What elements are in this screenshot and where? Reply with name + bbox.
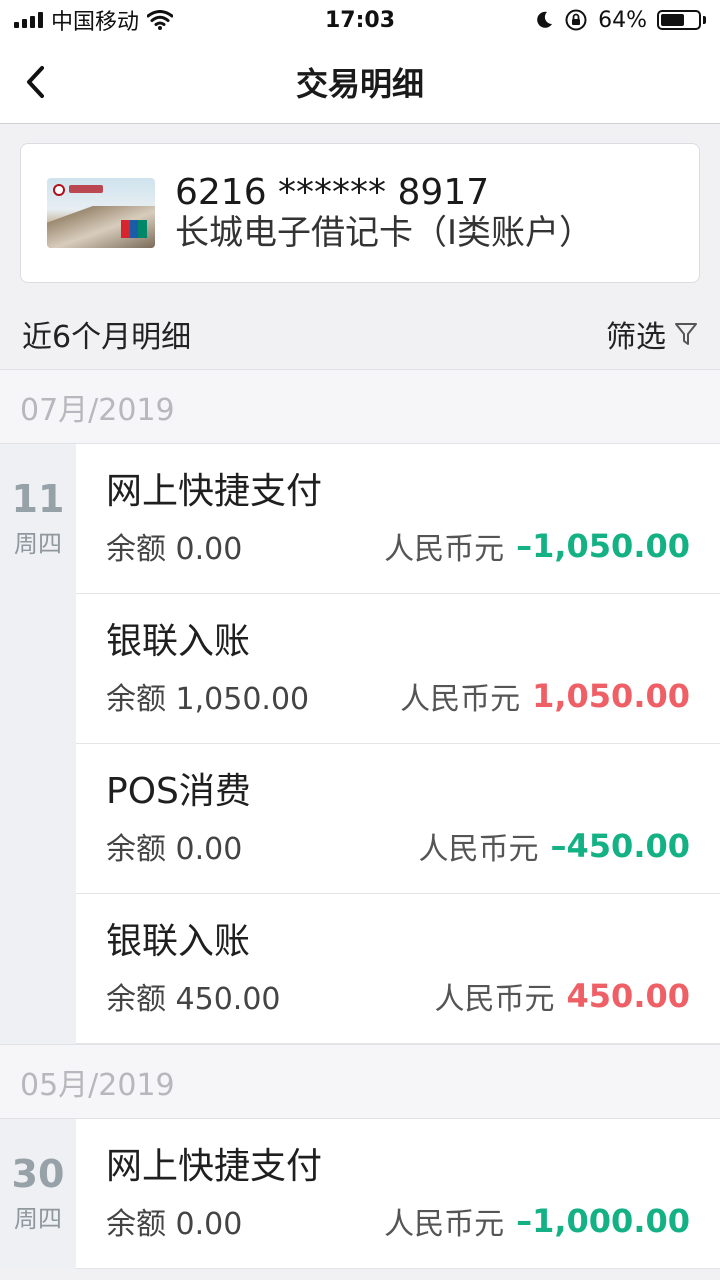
transaction-row[interactable]: 网上快捷支付余额 0.00 人民币元 –1,000.00 bbox=[76, 1119, 720, 1269]
filter-icon bbox=[675, 323, 697, 345]
entry-list: 网上快捷支付 余额 0.00 人民币元 –1,050.00 银联入账 余额 1,050.0… bbox=[76, 444, 720, 1044]
transaction-row[interactable]: POS消费余额 0.00 人民币元 –450.00 bbox=[76, 744, 720, 894]
status-right: 64% bbox=[534, 8, 706, 33]
transaction-list: 07月/2019 11 周四 网上快捷支付 余额 0.00 人民币元 –1,050.00 银联… bbox=[0, 369, 720, 1269]
transaction-currency: 人民币元 bbox=[418, 832, 539, 867]
transaction-title: 网上快捷支付 bbox=[106, 1146, 323, 1187]
transaction-balance: 余额 0.00 bbox=[106, 832, 243, 867]
transaction-details: 余额 0.00 人民币元 –450.00 bbox=[106, 824, 690, 868]
card-panel[interactable]: 6216 ****** 8917 长城电子借记卡（I类账户） bbox=[20, 143, 700, 283]
day-group: 11 周四 网上快捷支付 余额 0.00 人民币元 –1,050.00 银联入账 余额 1,0… bbox=[0, 444, 720, 1044]
carrier-label: 中国移动 bbox=[51, 10, 140, 35]
transaction-amount-group: 人民币元 –450.00 bbox=[419, 824, 690, 868]
transaction-row[interactable]: 银联入账余额 1,050.00 人民币元 1,050.00 bbox=[76, 594, 720, 744]
page-title: 交易明细 bbox=[295, 64, 424, 103]
filter-button[interactable]: 筛选 bbox=[606, 312, 698, 356]
status-left: 中国移动 bbox=[14, 4, 174, 36]
transaction-balance: 余额 0.00 bbox=[106, 1207, 243, 1242]
wifi-icon bbox=[147, 10, 174, 30]
transaction-amount: –1,050.00 bbox=[516, 527, 690, 565]
section-header: 近6个月明细 筛选 bbox=[0, 300, 720, 368]
card-name: 长城电子借记卡（I类账户） bbox=[175, 213, 594, 253]
moon-icon bbox=[537, 11, 553, 28]
battery-percent: 64% bbox=[598, 7, 647, 33]
transaction-amount: –1,000.00 bbox=[516, 1202, 690, 1240]
transaction-amount-group: 人民币元 –1,000.00 bbox=[384, 1199, 690, 1243]
filter-label: 筛选 bbox=[606, 320, 666, 355]
transaction-details: 余额 450.00 人民币元 450.00 bbox=[106, 974, 690, 1018]
transaction-currency: 人民币元 bbox=[400, 682, 521, 717]
card-info: 6216 ****** 8917 长城电子借记卡（I类账户） bbox=[175, 172, 594, 254]
transaction-amount: 1,050.00 bbox=[532, 677, 690, 715]
bank-logo-icon bbox=[53, 184, 65, 196]
date-column: 30 周四 bbox=[0, 1119, 76, 1269]
weekday-label: 周四 bbox=[14, 530, 62, 558]
transaction-currency: 人民币元 bbox=[384, 532, 505, 567]
transaction-title: POS消费 bbox=[106, 771, 251, 812]
day-group: 30 周四 网上快捷支付余额 0.00 人民币元 –1,000.00 bbox=[0, 1119, 720, 1269]
day-number: 30 bbox=[11, 1152, 65, 1196]
entry-list: 网上快捷支付余额 0.00 人民币元 –1,000.00 bbox=[76, 1119, 720, 1269]
card-image bbox=[47, 178, 155, 248]
unionpay-icon bbox=[121, 220, 148, 238]
transaction-row[interactable]: 网上快捷支付余额 0.00 人民币元 –1,050.00 bbox=[76, 444, 720, 594]
battery-icon bbox=[657, 10, 706, 30]
transaction-title: 银联入账 bbox=[106, 921, 251, 962]
rotation-lock-icon bbox=[565, 9, 587, 31]
transaction-title: 网上快捷支付 bbox=[106, 471, 323, 512]
chevron-left-icon bbox=[27, 66, 44, 98]
date-column: 11 周四 bbox=[0, 444, 76, 1044]
month-header: 07月/2019 bbox=[0, 369, 720, 444]
month-header: 05月/2019 bbox=[0, 1044, 720, 1119]
transaction-amount: 450.00 bbox=[566, 977, 690, 1015]
transaction-row[interactable]: 银联入账余额 450.00 人民币元 450.00 bbox=[76, 894, 720, 1044]
back-button[interactable] bbox=[24, 62, 64, 102]
signal-icon bbox=[14, 12, 43, 28]
transaction-amount-group: 人民币元 1,050.00 bbox=[400, 674, 690, 718]
transaction-title: 银联入账 bbox=[106, 621, 251, 662]
section-title: 近6个月明细 bbox=[22, 320, 192, 355]
transaction-details: 余额 0.00 人民币元 –1,050.00 bbox=[106, 524, 690, 568]
transaction-balance: 余额 0.00 bbox=[106, 532, 243, 567]
transaction-currency: 人民币元 bbox=[384, 1207, 505, 1242]
transaction-amount-group: 人民币元 –1,050.00 bbox=[384, 524, 690, 568]
transaction-amount-group: 人民币元 450.00 bbox=[435, 974, 690, 1018]
nav-bar: 交易明细 bbox=[0, 40, 720, 124]
day-number: 11 bbox=[11, 477, 65, 521]
card-number: 6216 ****** 8917 bbox=[175, 172, 490, 213]
transaction-currency: 人民币元 bbox=[434, 982, 555, 1017]
transaction-details: 余额 1,050.00 人民币元 1,050.00 bbox=[106, 674, 690, 718]
transaction-amount: –450.00 bbox=[550, 827, 690, 865]
status-bar: 中国移动 17:03 64% bbox=[0, 0, 720, 40]
transaction-balance: 余额 450.00 bbox=[106, 982, 281, 1017]
transaction-balance: 余额 1,050.00 bbox=[106, 682, 310, 717]
weekday-label: 周四 bbox=[14, 1205, 62, 1233]
transaction-details: 余额 0.00 人民币元 –1,000.00 bbox=[106, 1199, 690, 1243]
